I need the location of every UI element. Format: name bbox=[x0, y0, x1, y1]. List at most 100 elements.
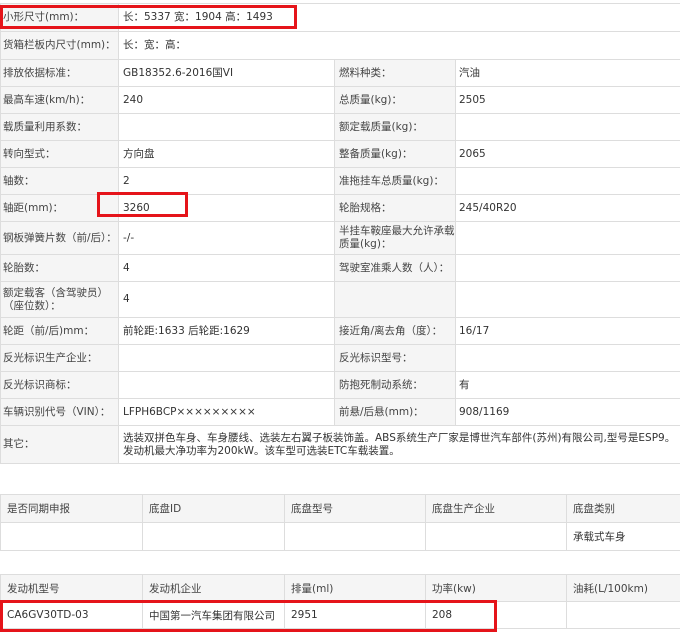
spec-value-overhang: 908/1169 bbox=[454, 398, 680, 426]
engine-value-fuel-consumption bbox=[566, 601, 680, 629]
spec-label-vin: 车辆识别代号（VIN）： bbox=[0, 398, 119, 426]
spec-value-wheelbase: 3260 bbox=[118, 194, 335, 222]
spec-label-saddle-load: 半挂车鞍座最大允许承载质量(kg)： bbox=[334, 221, 456, 255]
spec-value-max-speed: 240 bbox=[118, 86, 335, 114]
spec-value-abs: 有 bbox=[454, 371, 680, 399]
spec-row: 载质量利用系数： 额定载质量(kg)： bbox=[0, 113, 680, 141]
spec-row: 轴数： 2 准拖挂车总质量(kg)： bbox=[0, 167, 680, 195]
chassis-header-concurrent: 是否同期申报 bbox=[0, 494, 143, 523]
spec-row: 轴距(mm)： 3260 轮胎规格： 245/40R20 bbox=[0, 194, 680, 222]
engine-value-model: CA6GV30TD-03 bbox=[0, 601, 143, 629]
spec-value-steering: 方向盘 bbox=[118, 140, 335, 168]
spec-value-cab-seats bbox=[454, 254, 680, 282]
spec-label-abs: 防抱死制动系统： bbox=[334, 371, 456, 399]
spec-value-rated-passengers: 4 bbox=[118, 281, 335, 318]
spec-row: 额定载客（含驾驶员）（座位数）： 4 bbox=[0, 281, 680, 318]
spec-label-reflector-brand: 反光标识商标： bbox=[0, 371, 119, 399]
spec-label-rated-passengers: 额定载客（含驾驶员）（座位数）： bbox=[0, 281, 119, 318]
spec-label-trailer-mass: 准拖挂车总质量(kg)： bbox=[334, 167, 456, 195]
spec-value-leaf-springs: -/- bbox=[118, 221, 335, 255]
chassis-header-maker: 底盘生产企业 bbox=[425, 494, 567, 523]
spec-value-saddle-load bbox=[454, 221, 680, 255]
spec-value-vin: LFPH6BCP××××××××× bbox=[118, 398, 335, 426]
spec-value-dimensions: 长：5337 宽：1904 高：1493 bbox=[117, 3, 680, 32]
spec-value-trailer-mass bbox=[454, 167, 680, 195]
spec-label-curb-mass: 整备质量(kg)： bbox=[334, 140, 456, 168]
spec-value-curb-mass: 2065 bbox=[454, 140, 680, 168]
spec-label-dimensions: 小形尺寸(mm)： bbox=[0, 3, 119, 32]
chassis-data-row: 承载式车身 bbox=[0, 522, 680, 551]
chassis-value-concurrent bbox=[0, 522, 143, 551]
spec-label-approach-angle: 接近角/离去角（度）： bbox=[334, 317, 456, 345]
spec-label-fuel-type: 燃料种类： bbox=[334, 59, 456, 87]
spec-label-cab-seats: 驾驶室准乘人数（人）： bbox=[334, 254, 456, 282]
spec-label-tire-spec: 轮胎规格： bbox=[334, 194, 456, 222]
spec-label-reflector-maker: 反光标识生产企业： bbox=[0, 344, 119, 372]
chassis-header-type: 底盘类别 bbox=[566, 494, 680, 523]
engine-value-displacement: 2951 bbox=[284, 601, 426, 629]
spec-row-cargo-box: 货箱栏板内尺寸(mm)： 长：宽：高： bbox=[0, 31, 680, 60]
spec-row: 钢板弹簧片数（前/后）： -/- 半挂车鞍座最大允许承载质量(kg)： bbox=[0, 221, 680, 255]
engine-header-fuel-consumption: 油耗(L/100km) bbox=[566, 574, 680, 602]
spec-label-wheelbase: 轴距(mm)： bbox=[0, 194, 119, 222]
engine-value-maker: 中国第一汽车集团有限公司 bbox=[142, 601, 285, 629]
spec-value-gross-mass: 2505 bbox=[454, 86, 680, 114]
spec-value-approach-angle: 16/17 bbox=[454, 317, 680, 345]
spec-row: 车辆识别代号（VIN）： LFPH6BCP××××××××× 前悬/后悬(mm)… bbox=[0, 398, 680, 426]
chassis-value-model bbox=[284, 522, 426, 551]
chassis-header-model: 底盘型号 bbox=[284, 494, 426, 523]
engine-header-row: 发动机型号 发动机企业 排量(ml) 功率(kw) 油耗(L/100km) bbox=[0, 574, 680, 602]
chassis-value-maker bbox=[425, 522, 567, 551]
chassis-value-id bbox=[142, 522, 285, 551]
spec-value-axles: 2 bbox=[118, 167, 335, 195]
spec-label-steering: 转向型式： bbox=[0, 140, 119, 168]
spec-value-emission-standard: GB18352.6-2016国VI bbox=[118, 59, 335, 87]
spec-value-track: 前轮距:1633 后轮距:1629 bbox=[118, 317, 335, 345]
spec-label-axles: 轴数： bbox=[0, 167, 119, 195]
spec-label-reflector-model: 反光标识型号： bbox=[334, 344, 456, 372]
engine-header-maker: 发动机企业 bbox=[142, 574, 285, 602]
spec-row: 最高车速(km/h)： 240 总质量(kg)： 2505 bbox=[0, 86, 680, 114]
chassis-table: 是否同期申报 底盘ID 底盘型号 底盘生产企业 底盘类别 承载式车身 bbox=[0, 494, 680, 551]
vehicle-spec-table: 小形尺寸(mm)： 长：5337 宽：1904 高：1493 货箱栏板内尺寸(m… bbox=[0, 3, 680, 464]
engine-header-model: 发动机型号 bbox=[0, 574, 143, 602]
spec-value-reflector-maker bbox=[118, 344, 335, 372]
spec-label-cargo-box: 货箱栏板内尺寸(mm)： bbox=[0, 31, 119, 60]
spec-row: 排放依据标准： GB18352.6-2016国VI 燃料种类： 汽油 bbox=[0, 59, 680, 87]
spec-row-other: 其它： 选装双拼色车身、车身腰线、选装左右翼子板装饰盖。ABS系统生产厂家是博世… bbox=[0, 425, 680, 464]
spec-label-track: 轮距（前/后)mm： bbox=[0, 317, 119, 345]
spec-label-empty bbox=[334, 281, 456, 318]
spec-label-tire-count: 轮胎数： bbox=[0, 254, 119, 282]
chassis-header-row: 是否同期申报 底盘ID 底盘型号 底盘生产企业 底盘类别 bbox=[0, 494, 680, 523]
spec-label-gross-mass: 总质量(kg)： bbox=[334, 86, 456, 114]
engine-table: 发动机型号 发动机企业 排量(ml) 功率(kw) 油耗(L/100km) CA… bbox=[0, 574, 680, 629]
spec-row: 反光标识商标： 防抱死制动系统： 有 bbox=[0, 371, 680, 399]
spec-value-other: 选装双拼色车身、车身腰线、选装左右翼子板装饰盖。ABS系统生产厂家是博世汽车部件… bbox=[117, 425, 680, 464]
chassis-value-type: 承载式车身 bbox=[566, 522, 680, 551]
spec-value-fuel-type: 汽油 bbox=[454, 59, 680, 87]
spec-label-max-speed: 最高车速(km/h)： bbox=[0, 86, 119, 114]
spec-row: 轮距（前/后)mm： 前轮距:1633 后轮距:1629 接近角/离去角（度）：… bbox=[0, 317, 680, 345]
engine-header-displacement: 排量(ml) bbox=[284, 574, 426, 602]
spec-row: 反光标识生产企业： 反光标识型号： bbox=[0, 344, 680, 372]
spec-value-tire-spec: 245/40R20 bbox=[454, 194, 680, 222]
spec-row: 转向型式： 方向盘 整备质量(kg)： 2065 bbox=[0, 140, 680, 168]
engine-header-power: 功率(kw) bbox=[425, 574, 567, 602]
spec-value-tire-count: 4 bbox=[118, 254, 335, 282]
spec-label-emission-standard: 排放依据标准： bbox=[0, 59, 119, 87]
spec-label-other: 其它： bbox=[0, 425, 119, 464]
engine-data-row: CA6GV30TD-03 中国第一汽车集团有限公司 2951 208 bbox=[0, 601, 680, 629]
spec-value-cargo-box: 长：宽：高： bbox=[117, 31, 680, 60]
engine-value-power: 208 bbox=[425, 601, 567, 629]
spec-row: 轮胎数： 4 驾驶室准乘人数（人）： bbox=[0, 254, 680, 282]
spec-label-load-factor: 载质量利用系数： bbox=[0, 113, 119, 141]
chassis-header-id: 底盘ID bbox=[142, 494, 285, 523]
spec-value-load-factor bbox=[118, 113, 335, 141]
spec-value-reflector-brand bbox=[118, 371, 335, 399]
spec-value-empty bbox=[454, 281, 680, 318]
spec-row-dimensions: 小形尺寸(mm)： 长：5337 宽：1904 高：1493 bbox=[0, 3, 680, 32]
spec-label-rated-load: 额定载质量(kg)： bbox=[334, 113, 456, 141]
spec-label-leaf-springs: 钢板弹簧片数（前/后）： bbox=[0, 221, 119, 255]
spec-value-reflector-model bbox=[454, 344, 680, 372]
spec-label-overhang: 前悬/后悬(mm)： bbox=[334, 398, 456, 426]
